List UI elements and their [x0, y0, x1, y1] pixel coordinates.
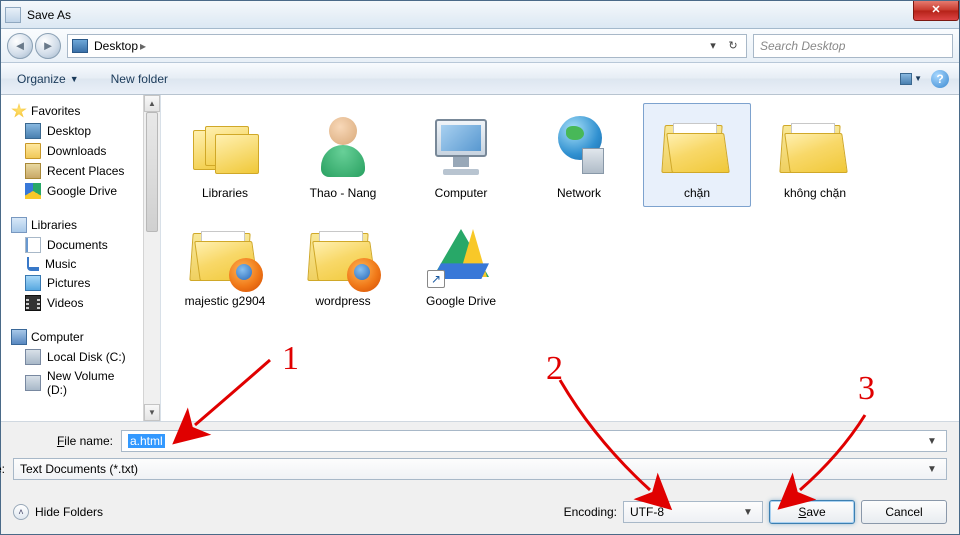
picture-icon	[25, 275, 41, 291]
document-icon	[25, 237, 41, 253]
chevron-down-icon: ▼	[70, 74, 79, 84]
sidebar-item-downloads[interactable]: Downloads	[7, 141, 140, 161]
filename-input[interactable]: a.html ▼	[121, 430, 947, 452]
folder-icon	[25, 143, 41, 159]
file-item[interactable]: Libraries	[171, 103, 279, 207]
chevron-up-icon: ˄	[13, 504, 29, 520]
file-item-label: không chặn	[784, 186, 846, 200]
file-item-label: Google Drive	[426, 294, 496, 308]
refresh-button[interactable]: ↻	[724, 37, 742, 55]
encoding-combo[interactable]: UTF-8 ▼	[623, 501, 763, 523]
close-button[interactable]: ✕	[913, 1, 959, 21]
filename-label: File name:	[13, 434, 113, 448]
sidebar-item-new-volume-d[interactable]: New Volume (D:)	[7, 367, 140, 399]
file-item-label: wordpress	[315, 294, 370, 308]
save-type-combo[interactable]: Text Documents (*.txt) ▼	[13, 458, 947, 480]
libraries-header[interactable]: Libraries	[7, 215, 140, 235]
search-input[interactable]: Search Desktop	[753, 34, 953, 58]
file-item-label: Libraries	[202, 186, 248, 200]
recent-icon	[25, 163, 41, 179]
save-as-dialog: Save As ✕ ◄ ► Desktop ▸ ▾ ↻ Search Deskt…	[0, 0, 960, 535]
view-icon	[900, 73, 912, 85]
computer-icon	[11, 329, 27, 345]
search-placeholder: Search Desktop	[760, 39, 845, 53]
hide-folders-button[interactable]: ˄ Hide Folders	[13, 504, 103, 520]
disk-icon	[25, 349, 41, 365]
file-item-label: Thao - Nang	[310, 186, 377, 200]
file-item[interactable]: Computer	[407, 103, 515, 207]
scroll-up-button[interactable]: ▲	[144, 95, 160, 112]
favorites-header[interactable]: Favorites	[7, 101, 140, 121]
help-button[interactable]: ?	[931, 70, 949, 88]
file-item-label: chặn	[684, 186, 710, 200]
save-button[interactable]: Save	[769, 500, 855, 524]
video-icon	[25, 295, 41, 311]
disk-icon	[25, 375, 41, 391]
new-folder-button[interactable]: New folder	[105, 68, 174, 90]
file-item-label: Computer	[435, 186, 488, 200]
chevron-down-icon[interactable]: ▼	[924, 464, 940, 475]
save-fields-panel: File name: a.html ▼ t Save as type: Text…	[1, 421, 959, 494]
sidebar-item-pictures[interactable]: Pictures	[7, 273, 140, 293]
toolbar: Organize ▼ New folder ▼ ?	[1, 63, 959, 95]
file-item[interactable]: không chặn	[761, 103, 869, 207]
sidebar-scrollbar[interactable]: ▲ ▼	[143, 95, 160, 421]
breadcrumb-desktop[interactable]: Desktop	[94, 39, 138, 53]
history-dropdown-button[interactable]: ▾	[704, 37, 722, 55]
address-bar[interactable]: Desktop ▸ ▾ ↻	[67, 34, 747, 58]
libraries-icon	[11, 217, 27, 233]
view-options-button[interactable]: ▼	[899, 69, 923, 89]
music-icon	[27, 257, 39, 271]
file-item[interactable]: Thao - Nang	[289, 103, 397, 207]
file-list[interactable]: Libraries Thao - Nang Computer Network chặn k…	[161, 95, 959, 421]
encoding-label: Encoding:	[564, 505, 617, 519]
location-icon	[72, 39, 88, 53]
back-button[interactable]: ◄	[7, 33, 33, 59]
file-item[interactable]: wordpress	[289, 211, 397, 315]
organize-menu[interactable]: Organize ▼	[11, 68, 85, 90]
star-icon	[11, 103, 27, 119]
app-icon	[5, 7, 21, 23]
forward-button[interactable]: ►	[35, 33, 61, 59]
sidebar-item-videos[interactable]: Videos	[7, 293, 140, 313]
window-title: Save As	[27, 8, 71, 22]
file-item-label: Network	[557, 186, 601, 200]
sidebar-item-music[interactable]: Music	[7, 255, 140, 273]
sidebar-item-gdrive[interactable]: Google Drive	[7, 181, 140, 201]
file-item[interactable]: Network	[525, 103, 633, 207]
computer-header[interactable]: Computer	[7, 327, 140, 347]
navigation-pane[interactable]: Favorites Desktop Downloads Recent Place…	[1, 95, 161, 421]
file-item[interactable]: chặn	[643, 103, 751, 207]
sidebar-item-documents[interactable]: Documents	[7, 235, 140, 255]
cancel-button[interactable]: Cancel	[861, 500, 947, 524]
titlebar[interactable]: Save As ✕	[1, 1, 959, 29]
desktop-icon	[25, 123, 41, 139]
sidebar-item-local-disk-c[interactable]: Local Disk (C:)	[7, 347, 140, 367]
gdrive-icon	[25, 183, 41, 199]
file-item[interactable]: majestic g2904	[171, 211, 279, 315]
sidebar-item-desktop[interactable]: Desktop	[7, 121, 140, 141]
sidebar-item-recent[interactable]: Recent Places	[7, 161, 140, 181]
main-area: Favorites Desktop Downloads Recent Place…	[1, 95, 959, 421]
dialog-footer: ˄ Hide Folders Encoding: UTF-8 ▼ Save Ca…	[1, 494, 959, 534]
chevron-down-icon[interactable]: ▼	[924, 436, 940, 447]
scroll-down-button[interactable]: ▼	[144, 404, 160, 421]
navigation-bar: ◄ ► Desktop ▸ ▾ ↻ Search Desktop	[1, 29, 959, 63]
chevron-right-icon[interactable]: ▸	[140, 39, 146, 53]
file-item[interactable]: ↗Google Drive	[407, 211, 515, 315]
file-item-label: majestic g2904	[185, 294, 266, 308]
scroll-thumb[interactable]	[146, 112, 158, 232]
save-type-label-real: Save as type:	[0, 462, 5, 476]
chevron-down-icon[interactable]: ▼	[740, 507, 756, 518]
chevron-down-icon: ▼	[914, 74, 922, 83]
